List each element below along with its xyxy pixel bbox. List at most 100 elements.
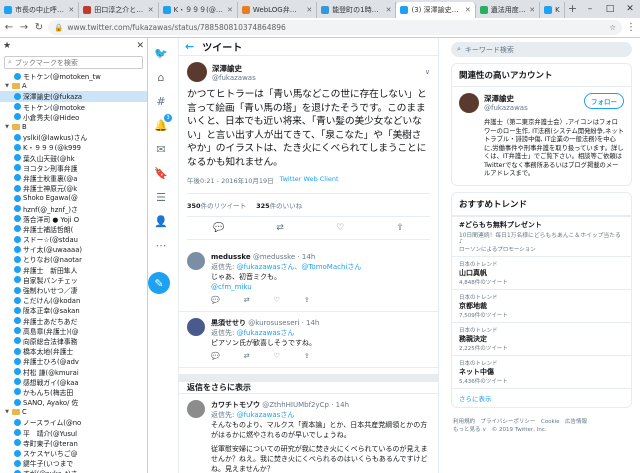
bookmarks-icon[interactable]: 🔖 <box>152 164 170 182</box>
browser-tab[interactable]: WebLOG弁護士中村✕ <box>238 2 318 18</box>
notifications-bell-icon[interactable]: 🔔 3 <box>152 114 172 134</box>
bookmark-item[interactable]: 村松 謙(@kmurai <box>0 366 147 377</box>
bookmark-item[interactable]: Shoko Egawa(@ <box>0 193 147 203</box>
bookmark-item[interactable]: 弁護士補話哲朗( <box>0 224 147 234</box>
url-field[interactable]: 🔒 www.twitter.com/fukazawas/status/78858… <box>48 20 622 35</box>
explore-hashtag-icon[interactable]: # <box>152 92 170 110</box>
new-tab-button[interactable]: + <box>565 2 580 18</box>
author-name[interactable]: 深澤諭史 <box>212 63 256 74</box>
bookmark-search-input[interactable] <box>14 58 125 67</box>
avatar[interactable] <box>187 252 205 270</box>
bookmark-item[interactable]: 高島章(弁護士)(@ <box>0 326 147 336</box>
bookmark-item[interactable]: 平 靖介(@Yusul <box>0 428 147 438</box>
more-icon[interactable]: ⋯ <box>152 236 170 254</box>
browser-tab[interactable]: K・ <box>540 2 566 18</box>
share-icon[interactable]: ⇪ <box>304 351 310 361</box>
menu-icon[interactable]: ⋮ <box>625 22 637 33</box>
related-account[interactable]: 深澤諭史 @fukazawas フォロー <box>452 87 631 119</box>
like-heart-icon[interactable]: ♡ <box>274 351 280 361</box>
reply-tweet[interactable]: medusske @medusske · 14h 返信先: @fukazawas… <box>179 246 438 312</box>
avatar[interactable] <box>187 318 205 336</box>
reply-author-name[interactable]: カワチトモゾウ <box>211 401 260 409</box>
reply-to-link[interactable]: @fukazawasさん <box>237 329 295 337</box>
home-icon[interactable]: ⌂ <box>152 68 170 86</box>
bookmark-item[interactable]: 寺町東子(@teran <box>0 438 147 448</box>
bookmark-item[interactable]: 弁護士 新田隼人 <box>0 265 147 275</box>
expand-arrow-icon[interactable]: ▼ <box>4 124 10 130</box>
avatar[interactable] <box>187 62 207 82</box>
star-icon[interactable]: ☆ <box>609 23 616 32</box>
bookmark-item[interactable]: モトケン(@motoken_tw <box>0 71 147 81</box>
more-replies-heading[interactable]: 返信をさらに表示 <box>179 374 438 394</box>
bookmark-star-icon[interactable]: ★ <box>3 41 11 51</box>
retweet-icon[interactable]: ⇄ <box>276 223 284 233</box>
chevron-down-icon[interactable]: ∨ <box>425 68 430 76</box>
follow-button[interactable]: フォロー <box>584 93 624 109</box>
bookmark-item[interactable]: 感想戦ガイ(@kaa <box>0 377 147 387</box>
bookmark-item[interactable]: yslki(@lawkus)さん <box>0 132 147 142</box>
reply-tweet[interactable]: カワチトモゾウ @ZthhHIUMbf2yCp · 14h 返信先: @fuka… <box>179 394 438 473</box>
reply-to-link[interactable]: @fukazawasさん、@TomoMachiさん <box>237 263 362 271</box>
expand-arrow-icon[interactable]: ▼ <box>4 409 10 415</box>
bookmark-folder[interactable]: ▼ C <box>0 407 147 417</box>
avatar[interactable] <box>187 400 205 418</box>
bookmark-item[interactable]: 深澤諭史(@fukaza <box>0 91 147 102</box>
twitter-search[interactable]: ⌕ キーワード検索 <box>451 42 632 57</box>
bookmark-item[interactable]: 弁護士神原元(@k <box>0 183 147 193</box>
sidebar-close-icon[interactable]: ✕ <box>136 41 144 51</box>
share-icon[interactable]: ⇪ <box>304 295 310 305</box>
account-name[interactable]: 深澤諭史 <box>484 93 528 104</box>
minimize-icon[interactable]: – <box>580 4 600 14</box>
tab-close-icon[interactable]: ✕ <box>386 6 392 14</box>
compose-tweet-button[interactable]: ✎ <box>148 272 170 294</box>
author-handle[interactable]: @fukazawas <box>212 74 256 82</box>
avatar[interactable] <box>459 93 479 113</box>
bookmark-folder[interactable]: ▼ B <box>0 122 147 132</box>
reply-author-name[interactable]: medusske <box>211 253 251 261</box>
bookmark-item[interactable]: 弁護士ひろ(@adv <box>0 356 147 366</box>
bookmark-search[interactable]: ⌕ <box>4 56 143 69</box>
bookmark-item[interactable]: 阪本正幸(@sakan <box>0 305 147 315</box>
trend-item[interactable]: #どらもち無料プレゼント 10日間連続！毎日1万名様にどらもちあんこ＆ホイップ当た… <box>452 215 631 256</box>
tab-close-icon[interactable]: ✕ <box>227 6 233 14</box>
bookmark-folder[interactable]: ▼ A <box>0 81 147 91</box>
bookmark-item[interactable]: 向原総合法律事務 <box>0 336 147 346</box>
bookmark-item[interactable]: SANO, Ayako/ 佐 <box>0 397 147 407</box>
tab-close-icon[interactable]: ✕ <box>306 6 312 14</box>
bookmark-item[interactable]: 鍵牛子(いつまで <box>0 458 147 468</box>
retweet-icon[interactable]: ⇄ <box>244 351 250 361</box>
bookmark-item[interactable]: モトケン(@motoke <box>0 102 147 112</box>
bookmark-item[interactable]: 落合洋司 ● Yoji O <box>0 214 147 224</box>
bookmark-item[interactable]: hznf(@_hznf_)さ <box>0 203 147 214</box>
trend-item[interactable]: 日本のトレンド 山口真帆 4,848件のツイート <box>452 255 631 289</box>
back-arrow-icon[interactable]: ← <box>185 40 194 53</box>
reply-author-name[interactable]: 黒須せせり <box>211 319 246 327</box>
like-heart-icon[interactable]: ♡ <box>336 223 344 233</box>
show-more-link[interactable]: さらに表示 <box>452 387 631 407</box>
bookmark-item[interactable]: かもんち(梅志田 <box>0 387 147 397</box>
tab-close-icon[interactable]: ✕ <box>465 6 471 14</box>
bookmark-item[interactable]: すが(@suka_t)さ <box>0 468 147 473</box>
bookmark-item[interactable]: スケスヤいちご@ <box>0 448 147 458</box>
bookmark-item[interactable]: 弁護士あだちあだ <box>0 316 147 326</box>
bookmark-item[interactable]: 橋本太地(弁護士 <box>0 346 147 356</box>
expand-arrow-icon[interactable]: ▼ <box>4 83 10 89</box>
reload-icon[interactable]: ↻ <box>33 22 45 33</box>
tab-close-icon[interactable]: ✕ <box>529 6 535 14</box>
bookmark-item[interactable]: 自家製パンチェッ <box>0 275 147 285</box>
bookmark-item[interactable]: K・９９９(@k999 <box>0 142 147 152</box>
twitter-bird-icon[interactable]: 🐦 <box>152 44 170 62</box>
browser-tab[interactable]: 能登町の1時間天気✕ <box>317 2 397 18</box>
browser-tab-active[interactable]: (3) 深澤諭史さんはT✕ <box>396 2 476 18</box>
like-heart-icon[interactable]: ♡ <box>274 295 280 305</box>
tweet-timestamp[interactable]: 午後0:21 - 2016年10月19日 <box>187 175 274 185</box>
reply-tweet[interactable]: 黒須せせり @kurosuseseri · 14h 返信先: @fukazawa… <box>179 312 438 368</box>
mention-link[interactable]: @cfm_miku <box>211 283 252 291</box>
bookmark-item[interactable]: 葉久山天鼓(@hk <box>0 153 147 163</box>
maximize-icon[interactable]: □ <box>600 4 620 14</box>
retweet-icon[interactable]: ⇄ <box>244 295 250 305</box>
reply-icon[interactable]: 💬 <box>213 223 224 233</box>
forward-icon[interactable]: → <box>18 22 30 33</box>
reply-icon[interactable]: 💬 <box>211 351 220 361</box>
trend-item[interactable]: 日本のトレンド 務親決定 2,225件のツイート <box>452 321 631 355</box>
